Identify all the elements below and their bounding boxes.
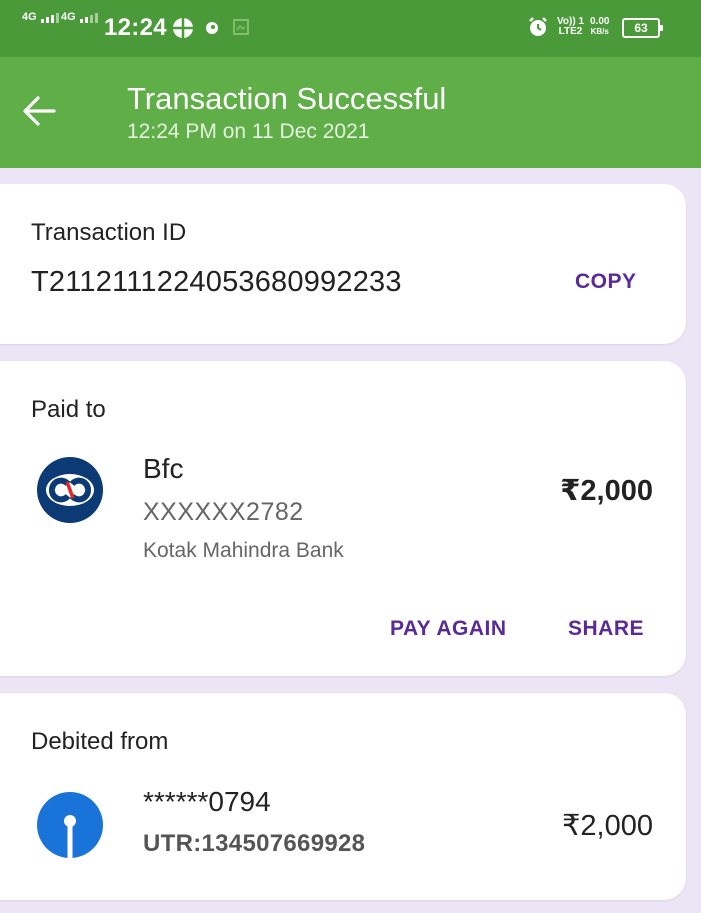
network-speed-unit: KB/s <box>590 27 609 36</box>
network-1-label: 4G <box>22 11 37 23</box>
gallery-notification-icon <box>233 19 249 35</box>
alarm-icon <box>529 17 547 36</box>
signal-bars-2-icon <box>79 13 98 23</box>
network-1-indicator: 4G <box>22 12 59 23</box>
signal-bars-1-icon <box>40 13 59 23</box>
debited-amount: ₹2,000 <box>561 810 653 842</box>
paid-amount: ₹2,000 <box>560 475 653 507</box>
pay-again-button[interactable]: PAY AGAIN <box>390 616 507 642</box>
payee-account-number: XXXXXX2782 <box>143 498 304 526</box>
share-button[interactable]: SHARE <box>568 616 644 642</box>
status-time: 12:24 <box>104 14 167 41</box>
transaction-id-value: T2112111224053680992233 <box>31 266 402 298</box>
network-2-indicator: 4G <box>61 12 98 23</box>
transaction-datetime: 12:24 PM on 11 Dec 2021 <box>127 120 370 143</box>
network-speed-indicator: 0.00 KB/s <box>590 17 609 37</box>
transaction-id-label: Transaction ID <box>31 219 187 246</box>
page-title: Transaction Successful <box>127 81 447 116</box>
volte-indicator: Vo)) 1 LTE2 <box>557 17 584 37</box>
payee-bank-name: Kotak Mahindra Bank <box>143 539 344 562</box>
battery-indicator: 63 <box>622 18 663 38</box>
arrow-left-icon <box>23 96 56 126</box>
utr-number: UTR:134507669928 <box>143 830 366 857</box>
cricket-ball-icon <box>173 18 193 38</box>
volte-line-2: LTE2 <box>558 26 583 37</box>
debited-from-card: Debited from ******0794 UTR:134507669928… <box>0 693 686 900</box>
copy-button[interactable]: COPY <box>575 269 637 295</box>
transaction-id-card: Transaction ID T2112111224053680992233 C… <box>0 184 686 344</box>
sbi-bank-logo-icon <box>37 792 103 859</box>
debit-account-number: ******0794 <box>143 786 271 817</box>
status-bar: 4G 4G 12:24 Vo)) 1 LTE2 0.00 KB/s 63 <box>0 0 701 57</box>
back-button[interactable] <box>20 91 60 131</box>
app-notification-icon <box>206 22 218 34</box>
kotak-bank-logo-icon <box>37 457 103 523</box>
network-2-label: 4G <box>61 11 76 23</box>
debited-from-label: Debited from <box>31 728 169 755</box>
paid-to-label: Paid to <box>31 396 106 423</box>
paid-to-card: Paid to Bfc XXXXXX2782 Kotak Mahindra Ba… <box>0 361 686 676</box>
network-speed-value: 0.00 <box>590 16 610 27</box>
app-header: Transaction Successful 12:24 PM on 11 De… <box>0 57 701 168</box>
payee-name: Bfc <box>143 453 184 484</box>
